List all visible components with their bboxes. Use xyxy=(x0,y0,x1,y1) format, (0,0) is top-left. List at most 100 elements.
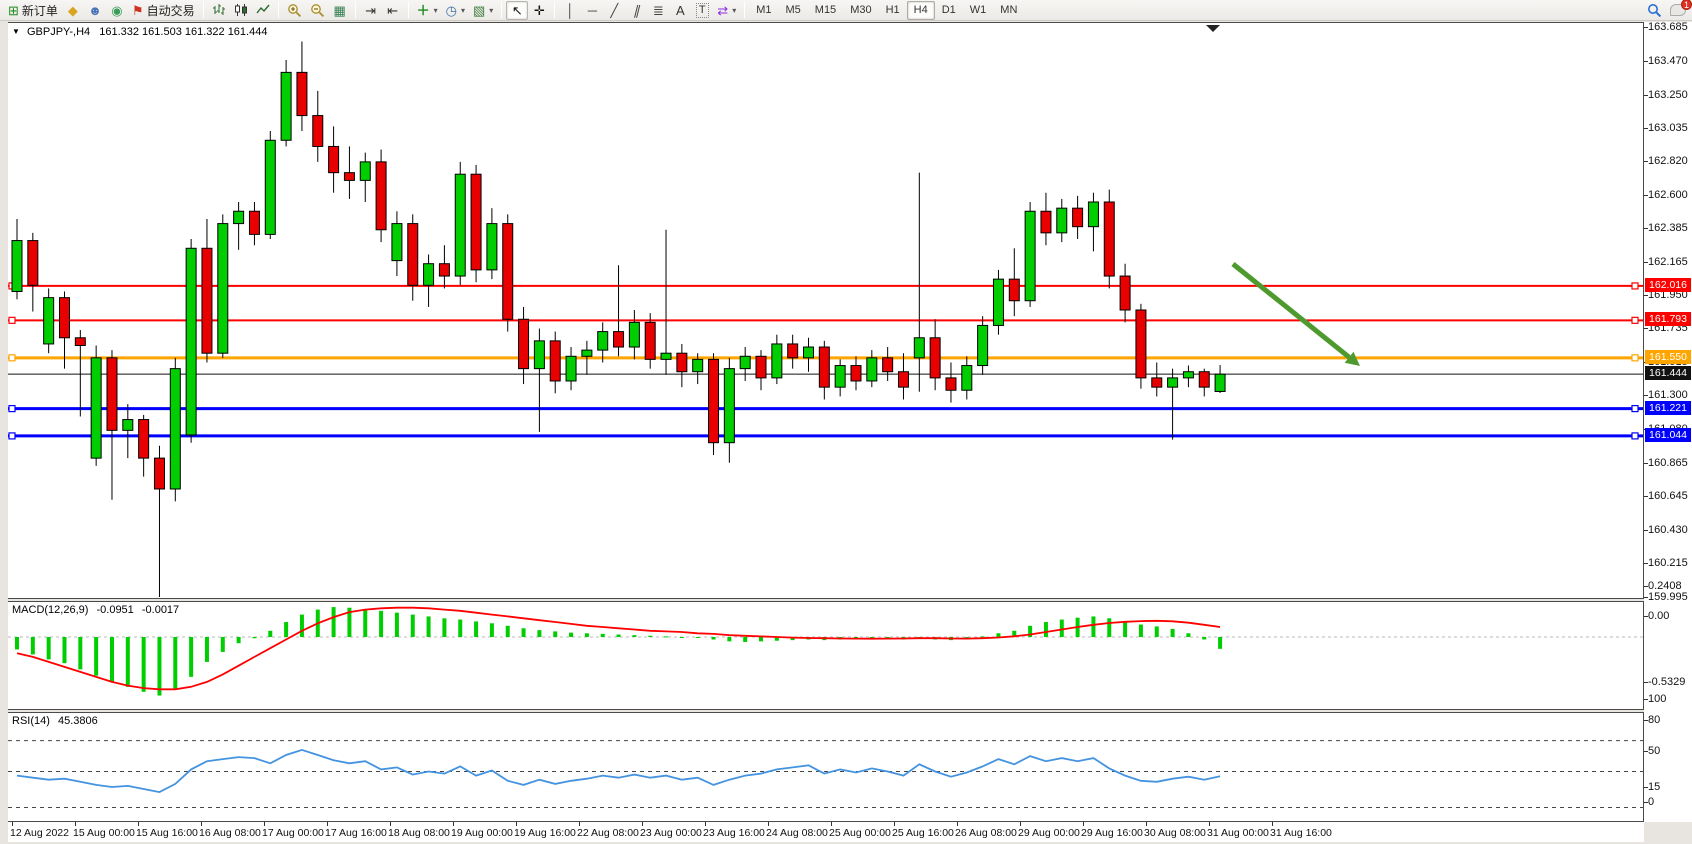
rsi-tick: 0 xyxy=(1648,796,1654,808)
separator xyxy=(408,2,409,18)
price-tick: 159.995 xyxy=(1648,591,1688,603)
tile-windows-button[interactable]: ▦ xyxy=(329,1,351,20)
price-level-badge: 161.044 xyxy=(1645,428,1691,442)
price-tick: 160.865 xyxy=(1648,457,1688,469)
macd-panel[interactable] xyxy=(8,601,1644,710)
line-chart-icon xyxy=(256,3,270,17)
price-tick: 160.430 xyxy=(1648,524,1688,536)
timeframe-h1[interactable]: H1 xyxy=(879,1,907,20)
tick-mark xyxy=(831,822,832,826)
price-panel[interactable] xyxy=(8,22,1644,599)
tick-mark xyxy=(12,822,13,826)
chart-shift-icon: ⇤ xyxy=(387,4,398,17)
tick-mark xyxy=(1146,822,1147,826)
timeframe-w1[interactable]: W1 xyxy=(963,1,994,20)
text-icon: A xyxy=(676,4,685,17)
indicators-button[interactable]: ＋ ▾ xyxy=(413,1,442,20)
rsi-panel[interactable] xyxy=(8,712,1644,822)
zoom-out-button[interactable] xyxy=(306,1,329,20)
chevron-down-icon: ▾ xyxy=(461,6,465,15)
vertical-line-tool-button[interactable]: │ xyxy=(559,1,581,20)
auto-scroll-button[interactable]: ⇥ xyxy=(360,1,382,20)
chevron-down-icon: ▾ xyxy=(434,6,438,15)
macd-signal-value: -0.0017 xyxy=(142,604,179,616)
time-tick: 31 Aug 16:00 xyxy=(1270,827,1332,839)
template-icon: ▧ xyxy=(473,4,485,17)
time-tick: 23 Aug 16:00 xyxy=(703,827,765,839)
tick-mark xyxy=(1083,822,1084,826)
price-tick: 161.300 xyxy=(1648,389,1688,401)
text-tool-button[interactable]: A xyxy=(669,1,691,20)
timeframe-m5[interactable]: M5 xyxy=(779,1,808,20)
arrows-tool-button[interactable]: ⇄ ▾ xyxy=(713,1,740,20)
timeframe-h4[interactable]: H4 xyxy=(907,1,935,20)
bar-chart-icon xyxy=(212,3,226,17)
time-tick: 29 Aug 00:00 xyxy=(1018,827,1080,839)
macd-tick: 0.2408 xyxy=(1648,580,1682,592)
separator xyxy=(501,2,502,18)
signal-icon: ◉ xyxy=(111,4,122,17)
chat-bubble-icon[interactable]: 1 xyxy=(1670,4,1686,16)
deposit-button[interactable]: ◆ xyxy=(62,1,84,20)
accounts-button[interactable]: ☻ xyxy=(84,1,106,20)
time-tick: 26 Aug 08:00 xyxy=(955,827,1017,839)
separator xyxy=(203,2,204,18)
rsi-tick: 80 xyxy=(1648,714,1660,726)
timeframe-mn[interactable]: MN xyxy=(993,1,1024,20)
time-tick: 17 Aug 16:00 xyxy=(325,827,387,839)
trendline-icon: ╱ xyxy=(610,4,618,17)
indicators-icon: ＋ xyxy=(417,4,430,17)
tick-mark xyxy=(705,822,706,826)
autotrading-label: 自动交易 xyxy=(147,2,195,19)
collapse-triangle-icon[interactable]: ▼ xyxy=(12,27,20,36)
channel-tool-button[interactable]: ∥ xyxy=(625,1,647,20)
chart-title[interactable]: ▼ GBPJPY-,H4 161.332 161.503 161.322 161… xyxy=(12,26,267,38)
timeframe-m15[interactable]: M15 xyxy=(808,1,843,20)
equidistant-channel-icon: ∥ xyxy=(633,4,640,17)
time-axis[interactable]: 12 Aug 202215 Aug 00:0015 Aug 16:0016 Au… xyxy=(8,822,1644,842)
tick-mark xyxy=(138,822,139,826)
time-tick: 15 Aug 00:00 xyxy=(73,827,135,839)
tick-mark xyxy=(516,822,517,826)
candlestick-chart-button[interactable] xyxy=(230,1,252,20)
templates-button[interactable]: ▧ ▾ xyxy=(469,1,497,20)
time-tick: 24 Aug 08:00 xyxy=(766,827,828,839)
time-tick: 12 Aug 2022 xyxy=(10,827,69,839)
timeframe-m1[interactable]: M1 xyxy=(749,1,778,20)
trendline-tool-button[interactable]: ╱ xyxy=(603,1,625,20)
fibonacci-tool-button[interactable]: ≣ xyxy=(647,1,669,20)
periods-button[interactable]: ◷ ▾ xyxy=(442,1,469,20)
price-axis[interactable]: 163.685163.470163.250163.035162.820162.6… xyxy=(1644,22,1692,822)
new-order-button[interactable]: ⊞ 新订单 xyxy=(4,1,62,20)
tick-mark xyxy=(642,822,643,826)
horizontal-line-tool-button[interactable]: ─ xyxy=(581,1,603,20)
cursor-tool-button[interactable]: ↖ xyxy=(506,1,528,20)
autotrading-button[interactable]: ⚑ 自动交易 xyxy=(128,1,199,20)
chevron-down-icon: ▾ xyxy=(732,6,736,15)
new-order-icon: ⊞ xyxy=(8,4,19,17)
time-tick: 22 Aug 08:00 xyxy=(577,827,639,839)
signal-button[interactable]: ◉ xyxy=(106,1,128,20)
tick-mark xyxy=(1020,822,1021,826)
time-tick: 25 Aug 00:00 xyxy=(829,827,891,839)
toolbar: ⊞ 新订单 ◆ ☻ ◉ ⚑ 自动交易 xyxy=(0,0,1692,21)
rsi-tick: 50 xyxy=(1648,745,1660,757)
crosshair-tool-button[interactable]: ✛ xyxy=(528,1,550,20)
tick-mark xyxy=(768,822,769,826)
line-chart-button[interactable] xyxy=(252,1,274,20)
price-tick: 162.820 xyxy=(1648,155,1688,167)
text-label-tool-button[interactable]: T xyxy=(691,1,713,20)
search-icon[interactable] xyxy=(1647,3,1662,18)
tick-mark xyxy=(894,822,895,826)
new-order-label: 新订单 xyxy=(22,2,58,19)
auto-scroll-icon: ⇥ xyxy=(365,4,376,17)
bar-chart-button[interactable] xyxy=(208,1,230,20)
price-level-badge: 161.550 xyxy=(1645,350,1691,364)
zoom-in-button[interactable] xyxy=(283,1,306,20)
rsi-tick: 100 xyxy=(1648,693,1666,705)
chart-shift-button[interactable]: ⇤ xyxy=(382,1,404,20)
price-level-badge: 161.793 xyxy=(1645,312,1691,326)
timeframe-d1[interactable]: D1 xyxy=(935,1,963,20)
tick-mark xyxy=(1209,822,1210,826)
timeframe-m30[interactable]: M30 xyxy=(843,1,878,20)
